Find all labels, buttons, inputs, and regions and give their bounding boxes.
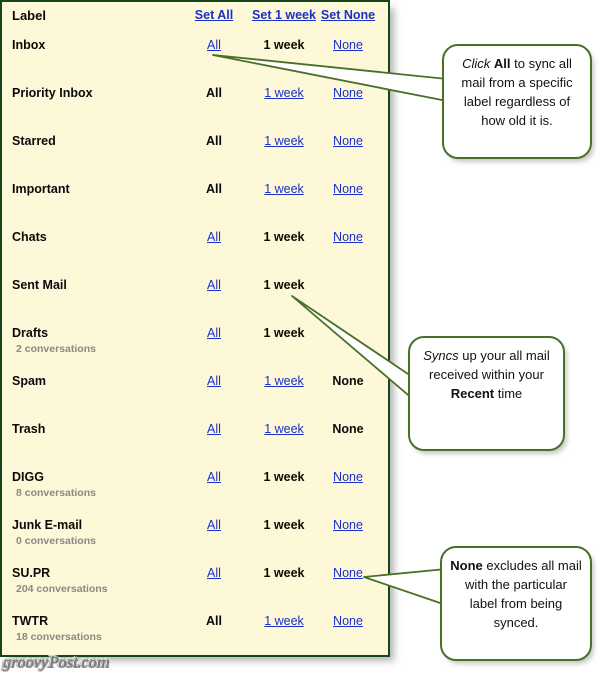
- option-selected-all: All: [206, 614, 222, 628]
- row-label: TWTR: [12, 614, 49, 628]
- row-label: Starred: [12, 134, 56, 148]
- callout-text-segment: None: [450, 558, 483, 573]
- row-conversation-count: 204 conversations: [16, 583, 108, 595]
- option-link-none[interactable]: None: [333, 566, 363, 580]
- option-link-none[interactable]: None: [333, 86, 363, 100]
- option-link-none[interactable]: None: [333, 614, 363, 628]
- option-selected-week: 1 week: [263, 566, 305, 580]
- option-link-week[interactable]: 1 week: [264, 134, 304, 148]
- table-row: SU.PR 204 conversations All 1 week None: [2, 566, 388, 596]
- table-row: Chats All 1 week None: [2, 230, 388, 260]
- table-row: Priority Inbox All 1 week None: [2, 86, 388, 116]
- option-cell-none: None: [308, 614, 388, 628]
- row-label: Priority Inbox: [12, 86, 93, 100]
- option-selected-all: All: [206, 134, 222, 148]
- callout-text-segment: excludes all mail with the particular la…: [465, 558, 582, 630]
- set-all-link[interactable]: Set All: [195, 8, 233, 22]
- table-row: TWTR 18 conversations All 1 week None: [2, 614, 388, 644]
- option-selected-none: None: [332, 422, 364, 436]
- row-label: SU.PR: [12, 566, 51, 580]
- callout-none-explanation: None excludes all mail with the particul…: [440, 546, 592, 661]
- set-none-cell: Set None: [308, 8, 388, 22]
- table-row: Sent Mail All 1 week: [2, 278, 388, 308]
- table-row: Starred All 1 week None: [2, 134, 388, 164]
- option-cell-none: None: [308, 230, 388, 244]
- option-selected-week: 1 week: [263, 470, 305, 484]
- row-conversation-count: 2 conversations: [16, 343, 96, 355]
- option-link-none[interactable]: None: [333, 470, 363, 484]
- table-row: Drafts 2 conversations All 1 week: [2, 326, 388, 356]
- option-link-week[interactable]: 1 week: [264, 374, 304, 388]
- option-selected-week: 1 week: [263, 278, 305, 292]
- option-link-none[interactable]: None: [333, 38, 363, 52]
- option-link-all[interactable]: All: [207, 566, 221, 580]
- option-link-all[interactable]: All: [207, 374, 221, 388]
- row-label: Junk E-mail: [12, 518, 83, 532]
- option-cell-week: 1 week: [236, 278, 332, 292]
- option-link-all[interactable]: All: [207, 518, 221, 532]
- row-label: Trash: [12, 422, 46, 436]
- row-label: Sent Mail: [12, 278, 67, 292]
- option-selected-week: 1 week: [263, 326, 305, 340]
- callout-text-segment: Click: [462, 56, 491, 71]
- table-row: Trash All 1 week None: [2, 422, 388, 452]
- option-selected-none: None: [332, 374, 364, 388]
- option-cell-none: None: [308, 86, 388, 100]
- callout-all-explanation: Click All to sync all mail from a specif…: [442, 44, 592, 159]
- table-header-row: Label Set All Set 1 week Set None: [2, 8, 388, 38]
- column-header-label: Label: [12, 8, 46, 23]
- callout-text-segment: All: [493, 56, 511, 71]
- option-link-none[interactable]: None: [333, 230, 363, 244]
- option-cell-none: None: [308, 566, 388, 580]
- table-row: Important All 1 week None: [2, 182, 388, 212]
- option-selected-all: All: [206, 182, 222, 196]
- callout-week-explanation: Syncs up your all mail received within y…: [408, 336, 565, 451]
- option-link-all[interactable]: All: [207, 326, 221, 340]
- option-link-all[interactable]: All: [207, 422, 221, 436]
- row-label: DIGG: [12, 470, 44, 484]
- option-link-week[interactable]: 1 week: [264, 86, 304, 100]
- callout-text-segment: Syncs: [423, 348, 459, 363]
- option-link-week[interactable]: 1 week: [264, 614, 304, 628]
- table-row: Spam All 1 week None: [2, 374, 388, 404]
- option-cell-none: None: [308, 134, 388, 148]
- option-link-none[interactable]: None: [333, 518, 363, 532]
- option-link-all[interactable]: All: [207, 38, 221, 52]
- option-cell-none: None: [308, 470, 388, 484]
- option-link-week[interactable]: 1 week: [264, 422, 304, 436]
- row-label: Chats: [12, 230, 47, 244]
- table-row: Inbox All 1 week None: [2, 38, 388, 68]
- label-sync-settings-panel: Label Set All Set 1 week Set None Inbox A…: [0, 0, 390, 657]
- option-cell-none: None: [308, 422, 388, 436]
- option-selected-week: 1 week: [263, 230, 305, 244]
- option-link-all[interactable]: All: [207, 470, 221, 484]
- callout-text-segment: time: [494, 386, 523, 401]
- set-none-link[interactable]: Set None: [321, 8, 375, 22]
- row-conversation-count: 18 conversations: [16, 631, 102, 643]
- callout-text-segment: Recent: [450, 386, 495, 401]
- row-conversation-count: 0 conversations: [16, 535, 96, 547]
- label-sync-table: Label Set All Set 1 week Set None Inbox A…: [2, 2, 388, 655]
- row-label: Drafts: [12, 326, 49, 340]
- table-row: DIGG 8 conversations All 1 week None: [2, 470, 388, 500]
- option-link-all[interactable]: All: [207, 230, 221, 244]
- set-1-week-link[interactable]: Set 1 week: [252, 8, 316, 22]
- option-selected-week: 1 week: [263, 38, 305, 52]
- row-conversation-count: 8 conversations: [16, 487, 96, 499]
- option-cell-none: None: [308, 38, 388, 52]
- option-selected-all: All: [206, 86, 222, 100]
- row-label: Spam: [12, 374, 47, 388]
- option-link-none[interactable]: None: [333, 134, 363, 148]
- option-link-week[interactable]: 1 week: [264, 182, 304, 196]
- option-selected-week: 1 week: [263, 518, 305, 532]
- table-row: Junk E-mail 0 conversations All 1 week None: [2, 518, 388, 548]
- option-cell-none: None: [308, 518, 388, 532]
- row-label: Important: [12, 182, 70, 196]
- option-cell-week: 1 week: [236, 326, 332, 340]
- option-link-all[interactable]: All: [207, 278, 221, 292]
- option-cell-none: None: [308, 182, 388, 196]
- option-link-none[interactable]: None: [333, 182, 363, 196]
- row-label: Inbox: [12, 38, 46, 52]
- option-cell-none: None: [308, 374, 388, 388]
